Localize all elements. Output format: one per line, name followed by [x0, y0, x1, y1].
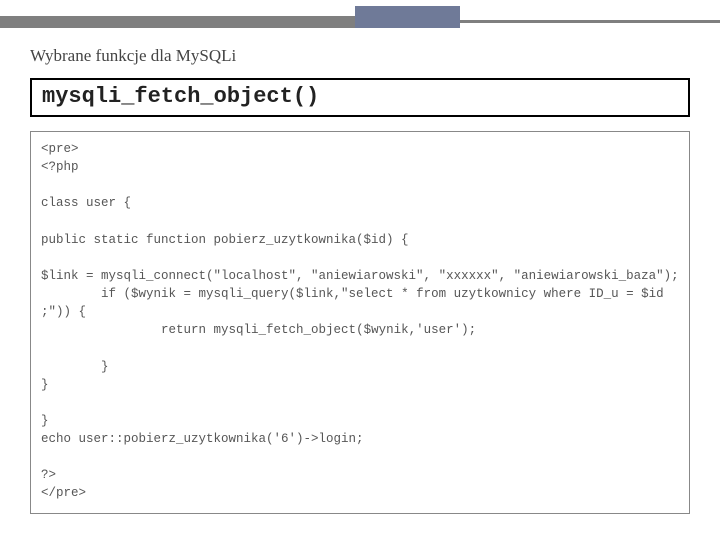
topbar-segment-left	[0, 16, 355, 28]
decorative-top-bar	[0, 0, 720, 28]
slide-content: Wybrane funkcje dla MySQLi mysqli_fetch_…	[0, 28, 720, 514]
function-name-heading: mysqli_fetch_object()	[30, 78, 690, 117]
topbar-segment-right	[460, 20, 720, 23]
code-example-block: <pre> <?php class user { public static f…	[30, 131, 690, 514]
topbar-segment-accent	[355, 6, 460, 28]
section-subtitle: Wybrane funkcje dla MySQLi	[30, 46, 690, 66]
